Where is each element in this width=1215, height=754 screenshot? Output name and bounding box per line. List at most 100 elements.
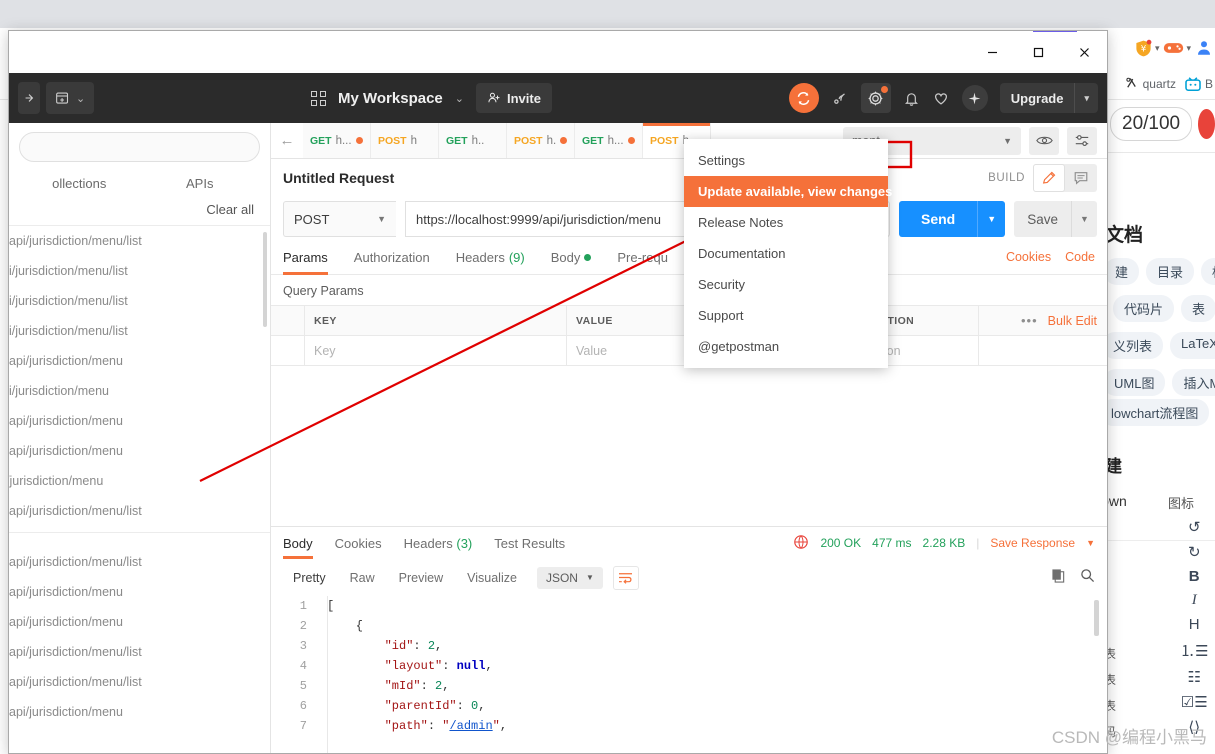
chevron-down-icon[interactable]: ▼ <box>1086 538 1095 548</box>
row-checkbox-cell[interactable] <box>271 336 305 365</box>
menu-item-release-notes[interactable]: Release Notes <box>684 207 888 238</box>
heading-icon[interactable]: H <box>1189 616 1200 633</box>
list-item[interactable]: api/jurisdiction/menu <box>9 577 270 607</box>
request-tab[interactable]: GET h.. <box>439 123 507 158</box>
menu-item-getpostman[interactable]: @getpostman <box>684 331 888 362</box>
more-options-icon[interactable]: ••• <box>1021 313 1038 328</box>
ordered-list-icon[interactable]: ⒈☰ <box>1180 640 1208 661</box>
sidebar-tab-collections[interactable]: ollections <box>19 176 140 191</box>
send-dropdown-caret-icon[interactable]: ▼ <box>977 201 1006 237</box>
maximize-button[interactable] <box>1015 31 1061 73</box>
list-item[interactable]: api/jurisdiction/menu/list <box>9 637 270 667</box>
request-tab[interactable]: POST h. <box>507 123 575 158</box>
method-selector[interactable]: POST ▼ <box>283 201 396 237</box>
italic-icon[interactable]: I <box>1192 592 1197 609</box>
unordered-list-icon[interactable]: ☷ <box>1188 668 1201 686</box>
menu-item-settings[interactable]: Settings <box>684 145 888 176</box>
workspace-selector[interactable]: My Workspace ⌄ Invite <box>311 83 552 113</box>
menu-item-support[interactable]: Support <box>684 300 888 331</box>
list-item[interactable]: api/jurisdiction/menu <box>9 346 270 376</box>
csdn-chip[interactable]: 表 <box>1181 295 1215 322</box>
format-selector[interactable]: JSON ▼ <box>536 566 603 589</box>
csdn-chip-row-5[interactable]: lowchart流程图 <box>1100 399 1210 426</box>
invite-button[interactable]: Invite <box>475 83 552 113</box>
close-button[interactable] <box>1061 31 1107 73</box>
tab-authorization[interactable]: Authorization <box>354 250 430 274</box>
heart-icon[interactable] <box>932 89 950 107</box>
save-button[interactable]: Save <box>1014 201 1071 237</box>
list-item[interactable]: api/jurisdiction/menu/list <box>9 226 270 256</box>
chevron-down-icon[interactable]: ⌄ <box>76 92 85 105</box>
csdn-chip[interactable]: lowchart流程图 <box>1100 399 1210 426</box>
view-mode-pretty[interactable]: Pretty <box>283 567 336 589</box>
key-input[interactable]: Key <box>305 336 567 365</box>
csdn-chip[interactable]: 目录 <box>1146 258 1195 285</box>
chevron-down-icon[interactable]: ▾ <box>1186 43 1191 54</box>
list-item[interactable]: api/jurisdiction/menu <box>9 697 270 727</box>
request-tab[interactable]: GET h... <box>303 123 371 158</box>
list-item[interactable]: api/jurisdiction/menu <box>9 406 270 436</box>
back-arrow-icon[interactable]: ← <box>271 123 303 158</box>
search-input[interactable] <box>19 132 260 162</box>
list-item[interactable]: pi/jurisdiction/menu/list <box>9 256 270 286</box>
chevron-down-icon[interactable]: ⌄ <box>455 92 464 105</box>
code-link[interactable]: Code <box>1065 250 1095 264</box>
csdn-chip[interactable]: LaTeX <box>1170 332 1215 359</box>
list-item[interactable]: pi/jurisdiction/menu <box>9 376 270 406</box>
csdn-chip-row-2[interactable]: 代码片 表 <box>1113 295 1215 322</box>
csdn-chip[interactable]: 标 <box>1201 258 1215 285</box>
bell-icon[interactable] <box>903 90 920 107</box>
code-icon[interactable]: ⟨⟩ <box>1188 718 1200 736</box>
list-item[interactable]: api/jurisdiction/menu/list <box>9 547 270 577</box>
list-item[interactable]: /jurisdiction/menu <box>9 466 270 496</box>
csdn-chip[interactable]: 建 <box>1104 258 1140 285</box>
cookies-link[interactable]: Cookies <box>1006 250 1051 264</box>
request-tab[interactable]: POST h <box>371 123 439 158</box>
sliders-icon[interactable] <box>1067 126 1097 155</box>
chevron-down-icon[interactable]: ▾ <box>1074 83 1098 113</box>
person-blue-icon[interactable] <box>1195 39 1213 57</box>
task-list-icon[interactable]: ☑☰ <box>1181 693 1208 711</box>
tab-headers[interactable]: Headers (9) <box>456 250 525 274</box>
response-tab-headers[interactable]: Headers (3) <box>404 528 473 559</box>
sync-icon[interactable] <box>788 83 819 113</box>
home-button[interactable] <box>18 82 40 114</box>
upgrade-button[interactable]: Upgrade ▾ <box>999 83 1098 113</box>
save-dropdown-caret-icon[interactable]: ▼ <box>1071 201 1097 237</box>
sidebar-tab-apis[interactable]: APIs <box>140 176 261 191</box>
tab-body[interactable]: Body <box>551 250 592 274</box>
csdn-chip-row-3[interactable]: 义列表 LaTeX <box>1102 332 1215 359</box>
csdn-chip-row-4[interactable]: UML图 插入M <box>1103 369 1215 396</box>
response-tab-body[interactable]: Body <box>283 528 313 559</box>
bold-icon[interactable]: B <box>1189 568 1200 585</box>
comment-icon[interactable] <box>1065 164 1097 192</box>
eye-icon[interactable] <box>1029 126 1059 155</box>
settings-dropdown-menu[interactable]: Settings Update available, view changes … <box>684 139 892 368</box>
history-list[interactable]: api/jurisdiction/menu/list pi/jurisdicti… <box>9 226 270 753</box>
tab-prerequest[interactable]: Pre-requ <box>617 250 668 274</box>
gamepad-icon[interactable]: ▾ <box>1163 40 1191 56</box>
sidebar-tabs[interactable]: ollections APIs <box>9 168 270 198</box>
pencil-icon[interactable] <box>1033 164 1065 192</box>
clear-all-button[interactable]: Clear all <box>9 198 270 226</box>
view-mode-preview[interactable]: Preview <box>389 567 453 589</box>
csdn-chip[interactable]: 插入M <box>1172 369 1215 396</box>
save-response-button[interactable]: Save Response <box>990 536 1075 550</box>
search-icon[interactable] <box>1080 568 1095 588</box>
view-mode-raw[interactable]: Raw <box>340 567 385 589</box>
response-tab-cookies[interactable]: Cookies <box>335 528 382 559</box>
copy-icon[interactable] <box>1051 568 1066 588</box>
csdn-chip[interactable]: 义列表 <box>1102 332 1164 359</box>
undo-icon[interactable]: ↺ <box>1188 518 1201 536</box>
menu-item-documentation[interactable]: Documentation <box>684 238 888 269</box>
gear-icon[interactable] <box>860 83 891 113</box>
request-tab[interactable]: GET h... <box>575 123 643 158</box>
view-mode-visualize[interactable]: Visualize <box>457 567 527 589</box>
list-item[interactable]: api/jurisdiction/menu <box>9 436 270 466</box>
list-item[interactable]: api/jurisdiction/menu/list <box>9 667 270 697</box>
bookmark-bilibili[interactable]: B <box>1185 77 1213 91</box>
menu-item-security[interactable]: Security <box>684 269 888 300</box>
menu-item-update-available[interactable]: Update available, view changes <box>684 176 892 207</box>
bulk-edit-link[interactable]: Bulk Edit <box>1048 314 1097 328</box>
response-tab-test-results[interactable]: Test Results <box>494 528 565 559</box>
